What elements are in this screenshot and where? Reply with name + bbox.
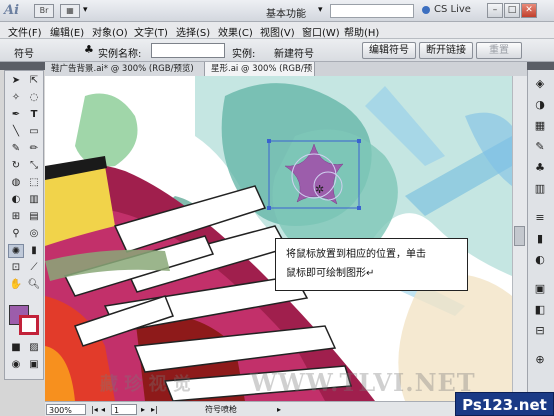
- scale-tool-icon[interactable]: ⤡: [26, 159, 42, 173]
- color-panel-icon[interactable]: ◈: [531, 76, 549, 92]
- callout-line-1: 将鼠标放置到相应的位置，单击: [286, 249, 426, 260]
- break-link-button[interactable]: 断开链接: [419, 42, 473, 59]
- menu-effect[interactable]: 效果(C): [218, 24, 253, 39]
- site-watermark-logo: Ps123.net: [455, 392, 554, 416]
- selection-tool-icon[interactable]: ➤: [8, 74, 24, 88]
- menu-bar: 文件(F) 编辑(E) 对象(O) 文字(T) 选择(S) 效果(C) 视图(V…: [0, 22, 554, 39]
- mesh-tool-icon[interactable]: ⊞: [8, 210, 24, 224]
- artboards-panel-icon[interactable]: ⊟: [531, 323, 549, 339]
- title-bar: Ai Br ▦ ▾ 基本功能 ▾ CS Live – □ ✕: [0, 0, 554, 22]
- watermark-url: WWW.TLVI.NET: [250, 368, 476, 397]
- chevron-down-icon[interactable]: ▾: [318, 5, 323, 15]
- tools-panel-header[interactable]: [0, 62, 45, 70]
- current-tool-status[interactable]: 符号喷枪: [205, 404, 275, 415]
- control-bar: 符号 ♣ 实例名称: 实例: 新建符号 编辑符号 断开链接 重置: [0, 39, 554, 62]
- arrange-documents-icon[interactable]: ▦: [60, 4, 80, 18]
- instance-label: 实例:: [232, 49, 256, 60]
- close-button[interactable]: ✕: [521, 3, 537, 18]
- line-tool-icon[interactable]: ╲: [8, 125, 24, 139]
- color-guide-icon[interactable]: ◑: [531, 97, 549, 113]
- watermark-chinese: 藏 珍 视 觉: [100, 374, 191, 395]
- pen-tool-icon[interactable]: ✒: [8, 108, 24, 122]
- cslive-button[interactable]: CS Live: [434, 4, 471, 15]
- instance-value[interactable]: 新建符号: [274, 45, 314, 60]
- layers-panel-icon[interactable]: ◧: [531, 302, 549, 318]
- zoom-level-field[interactable]: 300%: [46, 404, 86, 415]
- swatches-panel-icon[interactable]: ▦: [531, 118, 549, 134]
- instance-name-label: 实例名称:: [98, 49, 142, 60]
- next-page-icon[interactable]: ▸: [141, 404, 145, 415]
- menu-help[interactable]: 帮助(H): [344, 24, 379, 39]
- svg-text:✲: ✲: [315, 183, 324, 196]
- shape-builder-tool-icon[interactable]: ◐: [8, 193, 24, 207]
- eyedropper-tool-icon[interactable]: ⚲: [8, 227, 24, 241]
- workspace-switcher[interactable]: 基本功能: [266, 5, 306, 20]
- lasso-tool-icon[interactable]: ◌: [26, 91, 42, 105]
- instance-name-input[interactable]: [151, 43, 225, 58]
- symbol-sprayer-tool-icon[interactable]: ✺: [8, 244, 24, 258]
- document-tabs: 鞋广告背景.ai* @ 300% (RGB/预览) 星形.ai @ 300% (…: [45, 62, 527, 88]
- type-tool-icon[interactable]: T: [26, 108, 42, 122]
- links-panel-icon[interactable]: ⊕: [531, 352, 549, 368]
- brushes-panel-icon[interactable]: ✎: [531, 139, 549, 155]
- app-logo: Ai: [4, 3, 20, 18]
- screen-mode-icon[interactable]: ▣: [26, 358, 42, 372]
- status-menu-icon[interactable]: ▸: [277, 404, 281, 415]
- menu-type[interactable]: 文字(T): [134, 24, 168, 39]
- warp-tool-icon[interactable]: ◍: [8, 176, 24, 190]
- graphic-styles-icon[interactable]: ▥: [531, 181, 549, 197]
- perspective-grid-tool-icon[interactable]: ▥: [26, 193, 42, 207]
- symbols-panel-icon[interactable]: ♣: [531, 160, 549, 176]
- chevron-down-icon[interactable]: ▾: [83, 5, 88, 15]
- rotate-tool-icon[interactable]: ↻: [8, 159, 24, 173]
- paintbrush-tool-icon[interactable]: ✎: [8, 142, 24, 156]
- gradient-tool-icon[interactable]: ▤: [26, 210, 42, 224]
- gradient-mode-icon[interactable]: ▨: [26, 341, 42, 355]
- hand-tool-icon[interactable]: ✋: [8, 278, 24, 292]
- gradient-panel-icon[interactable]: ▮: [531, 231, 549, 247]
- tab-star[interactable]: 星形.ai @ 300% (RGB/预览): [205, 62, 315, 88]
- direct-selection-tool-icon[interactable]: ⇱: [26, 74, 42, 88]
- artboard-tool-icon[interactable]: ⊡: [8, 261, 24, 275]
- bridge-icon[interactable]: Br: [34, 4, 54, 18]
- help-search-input[interactable]: [330, 4, 414, 18]
- transparency-panel-icon[interactable]: ◐: [531, 252, 549, 268]
- page-number-field[interactable]: 1: [111, 404, 137, 415]
- menu-window[interactable]: 窗口(W): [302, 24, 340, 39]
- draw-normal-icon[interactable]: ◉: [8, 358, 24, 372]
- menu-view[interactable]: 视图(V): [260, 24, 295, 39]
- menu-edit[interactable]: 编辑(E): [50, 24, 84, 39]
- menu-select[interactable]: 选择(S): [176, 24, 210, 39]
- restore-button[interactable]: □: [504, 3, 520, 18]
- last-page-icon[interactable]: ▸|: [151, 404, 158, 415]
- appearance-panel-icon[interactable]: ▣: [531, 281, 549, 297]
- magic-wand-tool-icon[interactable]: ✧: [8, 91, 24, 105]
- panels-header[interactable]: [527, 62, 554, 70]
- color-mode-icon[interactable]: ■: [8, 341, 24, 355]
- tools-panel: ➤ ⇱ ✧ ◌ ✒ T ╲ ▭ ✎ ✏ ↻ ⤡ ◍ ⬚ ◐ ▥ ⊞ ▤ ⚲ ◎ …: [4, 70, 44, 380]
- minimize-button[interactable]: –: [487, 3, 503, 18]
- edit-symbol-button[interactable]: 编辑符号: [362, 42, 416, 59]
- slice-tool-icon[interactable]: ⟋: [26, 261, 42, 275]
- object-type-label: 符号: [14, 49, 34, 60]
- first-page-icon[interactable]: |◂: [91, 404, 98, 415]
- symbol-icon: ♣: [84, 43, 94, 56]
- zoom-tool-icon[interactable]: 🔍︎: [26, 278, 42, 292]
- pencil-tool-icon[interactable]: ✏: [26, 142, 42, 156]
- rectangle-tool-icon[interactable]: ▭: [26, 125, 42, 139]
- prev-page-icon[interactable]: ◂: [101, 404, 105, 415]
- stroke-color-swatch[interactable]: [19, 315, 39, 335]
- callout-line-2: 鼠标即可绘制图形↵: [286, 268, 375, 279]
- scrollbar-thumb[interactable]: [514, 226, 525, 246]
- tab-shoe-ad-background[interactable]: 鞋广告背景.ai* @ 300% (RGB/预览): [45, 62, 205, 76]
- free-transform-tool-icon[interactable]: ⬚: [26, 176, 42, 190]
- menu-file[interactable]: 文件(F): [8, 24, 42, 39]
- column-graph-tool-icon[interactable]: ▮: [26, 244, 42, 258]
- instruction-callout: 将鼠标放置到相应的位置，单击 鼠标即可绘制图形↵: [275, 238, 468, 291]
- menu-object[interactable]: 对象(O): [92, 24, 128, 39]
- cslive-icon: [422, 6, 430, 14]
- reset-button[interactable]: 重置: [476, 42, 522, 59]
- blend-tool-icon[interactable]: ◎: [26, 227, 42, 241]
- stroke-panel-icon[interactable]: ≡: [531, 210, 549, 226]
